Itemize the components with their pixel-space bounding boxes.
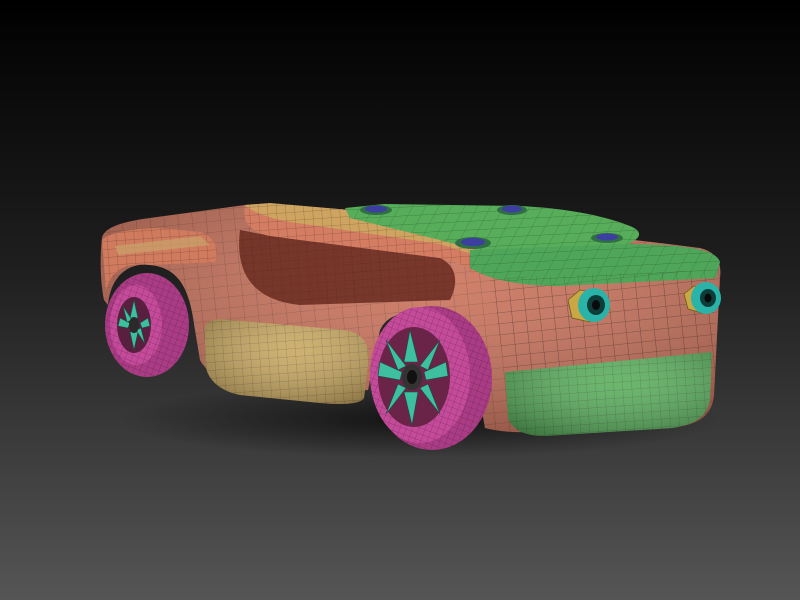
3d-viewport[interactable] [0,0,800,600]
viewport-canvas[interactable] [0,0,800,600]
rear-wheel[interactable] [105,273,189,377]
